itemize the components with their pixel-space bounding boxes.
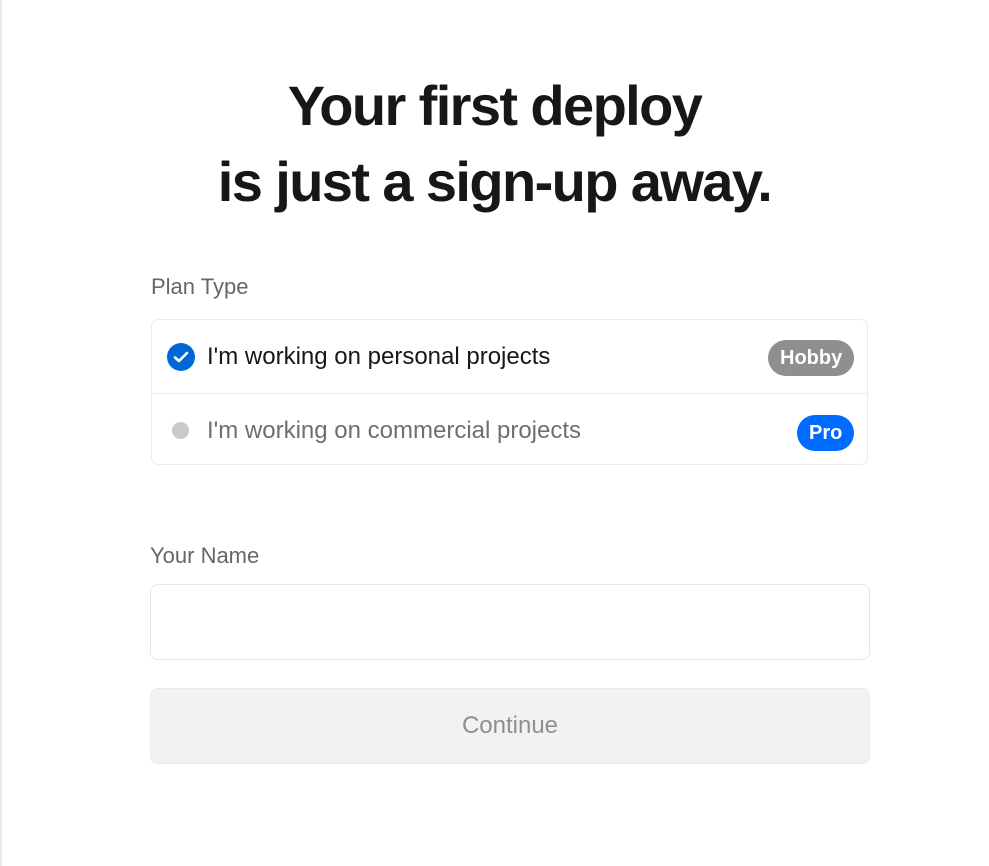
your-name-label: Your Name <box>150 543 260 568</box>
plan-type-selector: I'm working on personal projects Hobby I… <box>151 319 868 465</box>
plan-option-label: I'm working on personal projects <box>207 343 551 370</box>
headline-line-1: Your first deploy <box>287 74 703 137</box>
name-input[interactable] <box>150 584 870 660</box>
pro-badge: Pro <box>797 415 854 451</box>
plan-type-label: Plan Type <box>151 274 249 299</box>
headline-line-2: is just a sign-up away. <box>217 150 773 213</box>
plan-option-commercial[interactable]: I'm working on commercial projects Pro <box>152 393 867 466</box>
page-headline: Your first deploy is just a sign-up away… <box>0 68 989 220</box>
plan-option-personal[interactable]: I'm working on personal projects Hobby <box>152 320 867 393</box>
check-circle-icon[interactable] <box>167 343 195 371</box>
radio-dot-icon[interactable] <box>172 422 189 439</box>
plan-option-label: I'm working on commercial projects <box>207 417 582 444</box>
hobby-badge: Hobby <box>768 340 854 376</box>
continue-button[interactable]: Continue <box>150 688 870 764</box>
